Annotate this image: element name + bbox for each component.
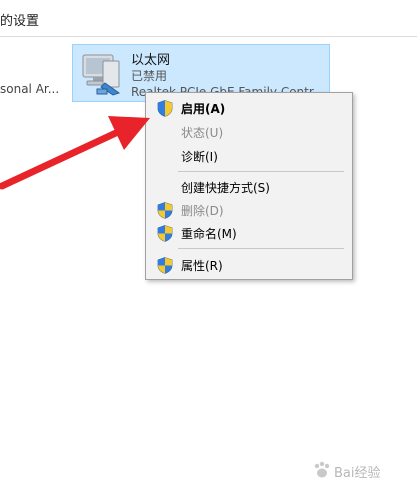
menu-separator — [178, 248, 344, 249]
menu-item-label: 属性(R) — [181, 259, 223, 273]
uac-shield-icon — [157, 202, 173, 219]
window-header: 的设置 — [0, 0, 417, 37]
context-menu: 启用(A) 状态(U) 诊断(I) 创建快捷方式(S) 删除(D) 重命名(M) — [145, 92, 353, 280]
menu-item-label: 诊断(I) — [181, 150, 218, 164]
menu-separator — [178, 171, 344, 172]
adapter-status: 已禁用 — [131, 69, 168, 83]
red-arrow-annotation — [0, 116, 150, 190]
watermark-text: Bai经验 — [334, 466, 381, 481]
menu-item-status: 状态(U) — [146, 121, 352, 143]
menu-item-label: 状态(U) — [181, 126, 224, 140]
menu-item-enable[interactable]: 启用(A) — [146, 97, 352, 119]
menu-item-label: 删除(D) — [181, 204, 224, 218]
baidu-paw-logo — [314, 461, 330, 478]
menu-item-diagnose[interactable]: 诊断(I) — [146, 145, 352, 167]
adapter-name: 以太网 — [131, 53, 171, 68]
network-adapter-icon — [82, 54, 121, 96]
menu-item-rename[interactable]: 重命名(M) — [146, 222, 352, 244]
menu-item-label: 重命名(M) — [181, 227, 237, 241]
menu-item-properties[interactable]: 属性(R) — [146, 254, 352, 276]
menu-item-create-shortcut[interactable]: 创建快捷方式(S) — [146, 176, 352, 198]
menu-item-label: 创建快捷方式(S) — [181, 181, 270, 195]
uac-shield-icon — [157, 225, 173, 242]
adapter-item-partial-label[interactable]: sonal Ar... — [0, 82, 59, 96]
menu-item-label: 启用(A) — [181, 102, 226, 116]
menu-item-delete: 删除(D) — [146, 199, 352, 221]
uac-shield-icon — [157, 257, 173, 274]
window-title: 的设置 — [0, 14, 40, 29]
